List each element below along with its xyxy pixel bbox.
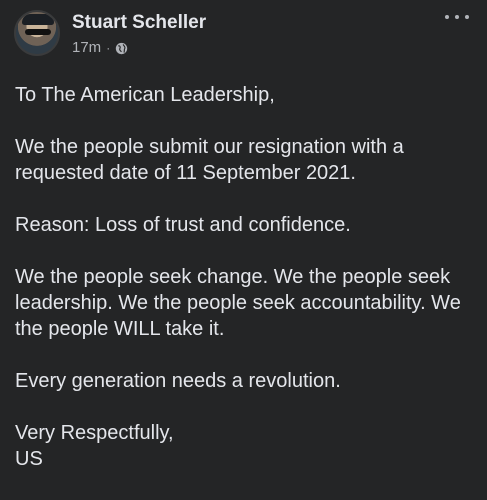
post-subline: 17m · <box>72 39 206 57</box>
more-dot <box>445 15 449 19</box>
post-time[interactable]: 17m <box>72 39 101 57</box>
separator-dot: · <box>106 41 111 55</box>
signoff: Very Respectfully, US <box>15 420 475 472</box>
more-dot <box>465 15 469 19</box>
paragraph-revolution: Every generation needs a revolution. <box>15 370 341 392</box>
post-card: Stuart Scheller 17m · To The American Le… <box>0 0 487 500</box>
author-name[interactable]: Stuart Scheller <box>72 11 206 35</box>
signoff-line1: Very Respectfully, <box>15 422 174 444</box>
paragraph-resignation: We the people submit our resignation wit… <box>15 136 404 184</box>
avatar-glasses <box>25 29 51 35</box>
signoff-line2: US <box>15 448 43 470</box>
paragraph-change: We the people seek change. We the people… <box>15 266 461 340</box>
paragraph-reason: Reason: Loss of trust and confidence. <box>15 214 351 236</box>
avatar-cap <box>22 14 54 25</box>
avatar[interactable] <box>14 10 60 56</box>
more-dot <box>455 15 459 19</box>
post-header: Stuart Scheller 17m · <box>14 10 206 58</box>
paragraph-greeting: To The American Leadership, <box>15 84 275 106</box>
more-options-icon[interactable] <box>445 10 469 24</box>
post-body: To The American Leadership, We the peopl… <box>15 82 475 472</box>
post-meta: Stuart Scheller 17m · <box>72 11 206 57</box>
globe-icon <box>116 42 128 54</box>
